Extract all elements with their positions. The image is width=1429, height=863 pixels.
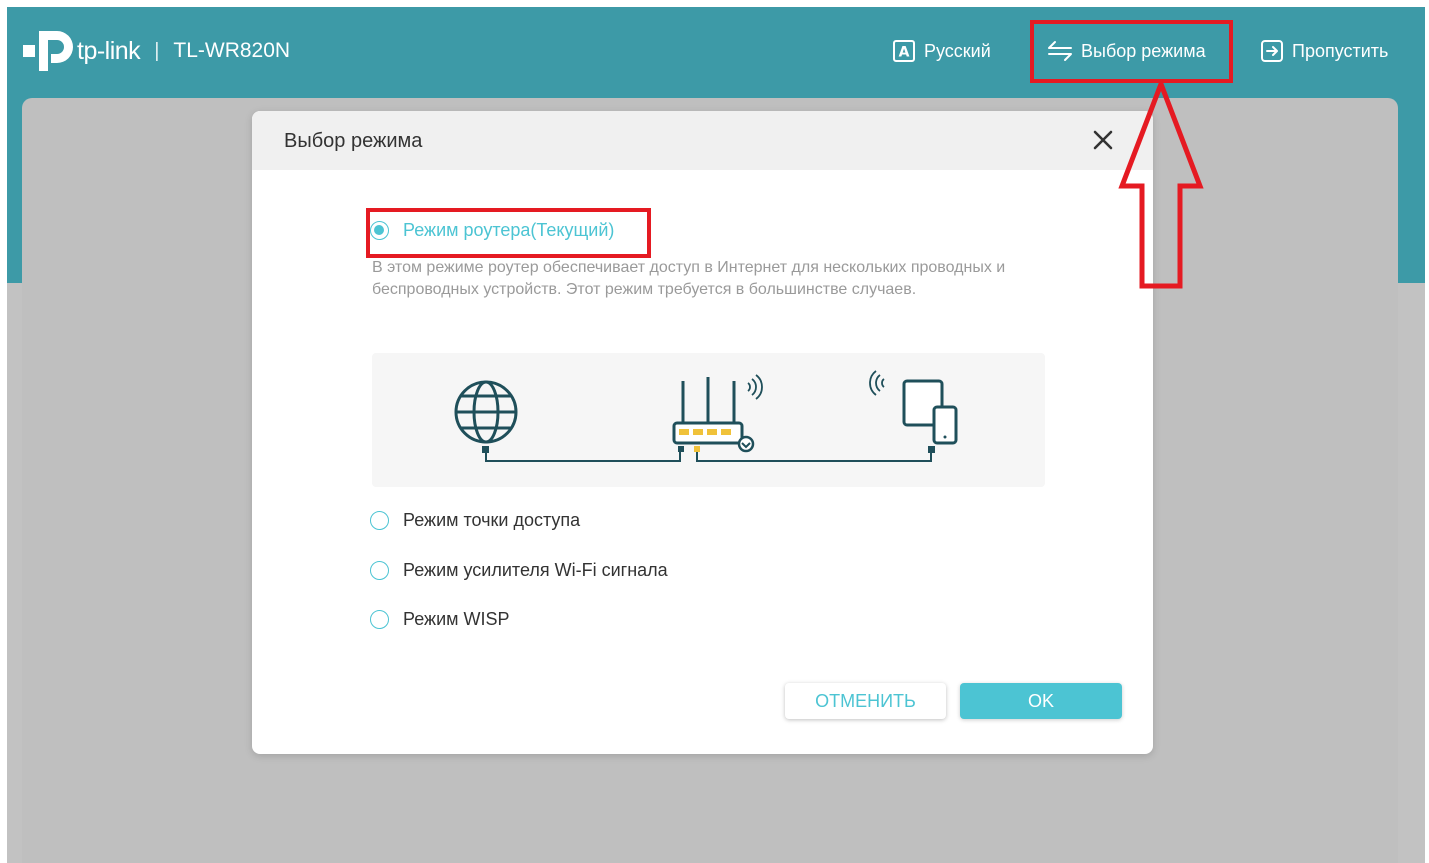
repeater-mode-option[interactable]: Режим усилителя Wi-Fi сигнала (370, 557, 668, 583)
router-mode-label: Режим роутера(Текущий) (403, 219, 615, 240)
dialog-title: Выбор режима (284, 130, 423, 152)
ok-button[interactable]: OK (960, 683, 1122, 719)
skip-label: Пропустить (1292, 40, 1389, 61)
router-icon (672, 374, 763, 453)
repeater-mode-radio[interactable] (370, 560, 389, 580)
brand-name: tp-link (77, 36, 141, 65)
language-label: Русский (924, 40, 991, 61)
wisp-mode-option[interactable]: Режим WISP (370, 606, 510, 632)
model-name: TL-WR820N (173, 39, 291, 62)
access-point-mode-label: Режим точки доступа (403, 509, 581, 530)
mode-select-dialog: Выбор режима Режим роутера(Текущий) В эт… (252, 111, 1153, 754)
access-point-mode-radio[interactable] (370, 510, 389, 530)
exit-icon (1261, 40, 1283, 62)
language-icon: A (893, 40, 915, 62)
close-icon[interactable] (1090, 127, 1116, 153)
language-button[interactable]: A Русский (892, 37, 991, 65)
switch-mode-icon (1048, 41, 1072, 61)
mode-select-label: Выбор режима (1081, 40, 1206, 61)
skip-button[interactable]: Пропустить (1260, 37, 1388, 65)
router-mode-diagram (372, 353, 1045, 487)
svg-text:A: A (899, 45, 910, 61)
connection-lines (485, 449, 932, 462)
repeater-mode-label: Режим усилителя Wi-Fi сигнала (403, 559, 668, 580)
globe-icon (454, 380, 518, 444)
brand-separator: | (154, 39, 160, 62)
wisp-mode-label: Режим WISP (403, 608, 510, 629)
access-point-mode-option[interactable]: Режим точки доступа (370, 507, 580, 533)
mode-description: В этом режиме роутер обеспечивает доступ… (372, 259, 1006, 298)
router-mode-option[interactable]: Режим роутера(Текущий) (370, 217, 614, 243)
top-bar: tp-link | TL-WR820N A Русский Выбор режи… (7, 7, 1425, 97)
wireless-devices-icon (869, 370, 958, 445)
tp-link-logo-icon (23, 31, 73, 71)
dialog-header: Выбор режима (252, 111, 1153, 170)
router-mode-radio[interactable] (370, 220, 389, 240)
wisp-mode-radio[interactable] (370, 609, 389, 629)
cancel-button[interactable]: ОТМЕНИТЬ (785, 683, 946, 719)
brand-logo: tp-link | TL-WR820N (19, 21, 290, 81)
mode-select-button[interactable]: Выбор режима (1047, 37, 1206, 65)
